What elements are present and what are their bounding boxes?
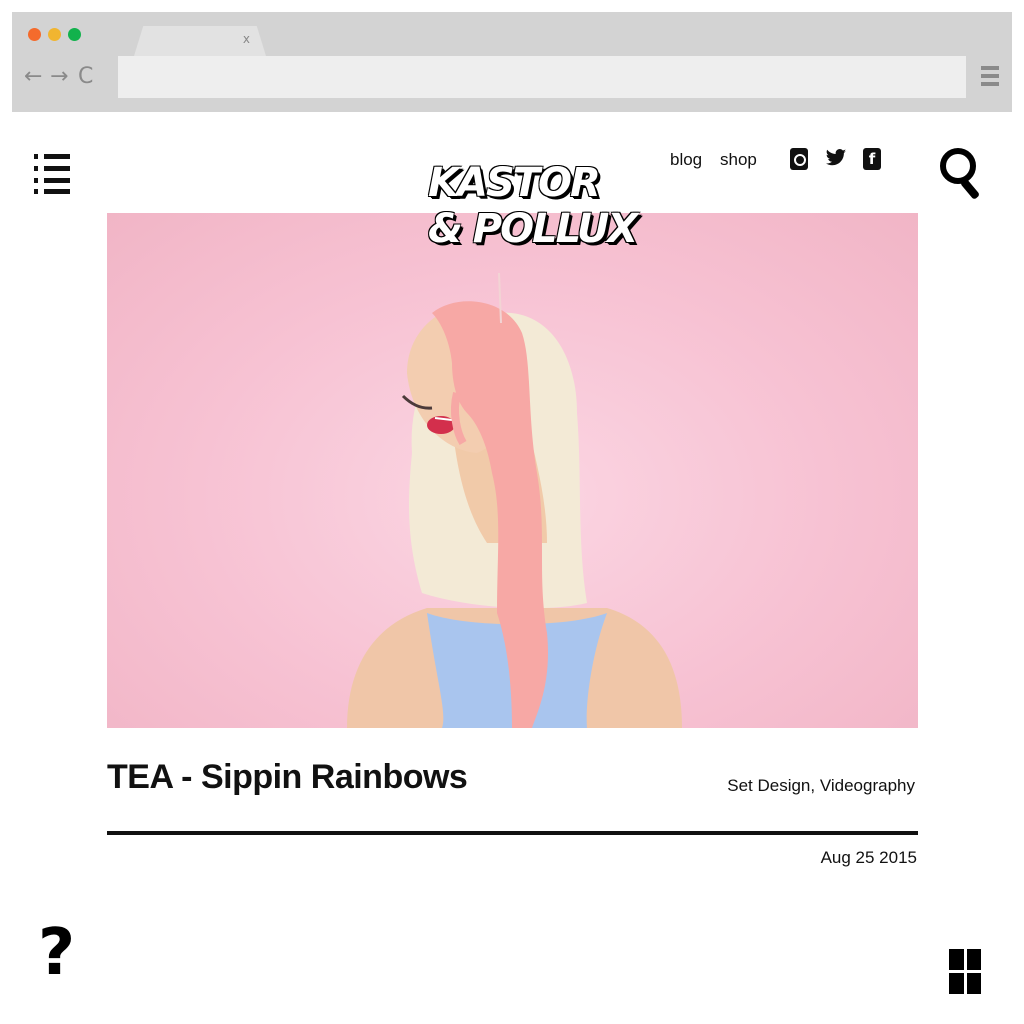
address-bar[interactable] — [118, 56, 966, 98]
twitter-icon[interactable] — [825, 148, 847, 170]
page-content: KASTOR & POLLUX blog shop f TEA - Sippin… — [12, 112, 1012, 1012]
hero-image[interactable] — [107, 213, 918, 728]
post-categories[interactable]: Set Design, Videography — [727, 776, 915, 796]
back-arrow-icon[interactable]: ← — [24, 64, 42, 90]
divider — [107, 831, 918, 835]
forward-arrow-icon[interactable]: → — [50, 64, 68, 90]
hero-illustration — [347, 272, 682, 728]
maximize-window-button[interactable] — [68, 28, 81, 41]
nav-link-blog[interactable]: blog — [670, 150, 702, 170]
close-window-button[interactable] — [28, 28, 41, 41]
facebook-icon[interactable]: f — [863, 148, 881, 170]
browser-toolbar: x ← → C — [12, 12, 1012, 112]
browser-window: x ← → C KASTOR & POLLUX blog shop f TEA … — [12, 12, 1012, 1012]
grid-icon[interactable] — [949, 949, 981, 994]
post-date: Aug 25 2015 — [820, 848, 917, 867]
tab-close-icon[interactable]: x — [243, 32, 250, 46]
browser-tab[interactable]: x — [134, 26, 266, 56]
browser-menu-icon[interactable] — [981, 66, 999, 88]
minimize-window-button[interactable] — [48, 28, 61, 41]
instagram-icon[interactable] — [790, 148, 808, 170]
search-icon[interactable] — [940, 148, 984, 204]
reload-icon[interactable]: C — [78, 64, 93, 90]
post-title[interactable]: TEA - Sippin Rainbows — [107, 758, 468, 797]
list-menu-icon[interactable] — [34, 154, 72, 194]
site-logo[interactable]: KASTOR & POLLUX — [428, 160, 638, 252]
logo-line-1: KASTOR — [428, 160, 601, 206]
question-mark-icon[interactable]: ? — [38, 918, 75, 988]
twitter-bird-shape — [825, 149, 847, 166]
nav-link-shop[interactable]: shop — [720, 150, 757, 170]
logo-line-2: & POLLUX — [428, 206, 638, 252]
